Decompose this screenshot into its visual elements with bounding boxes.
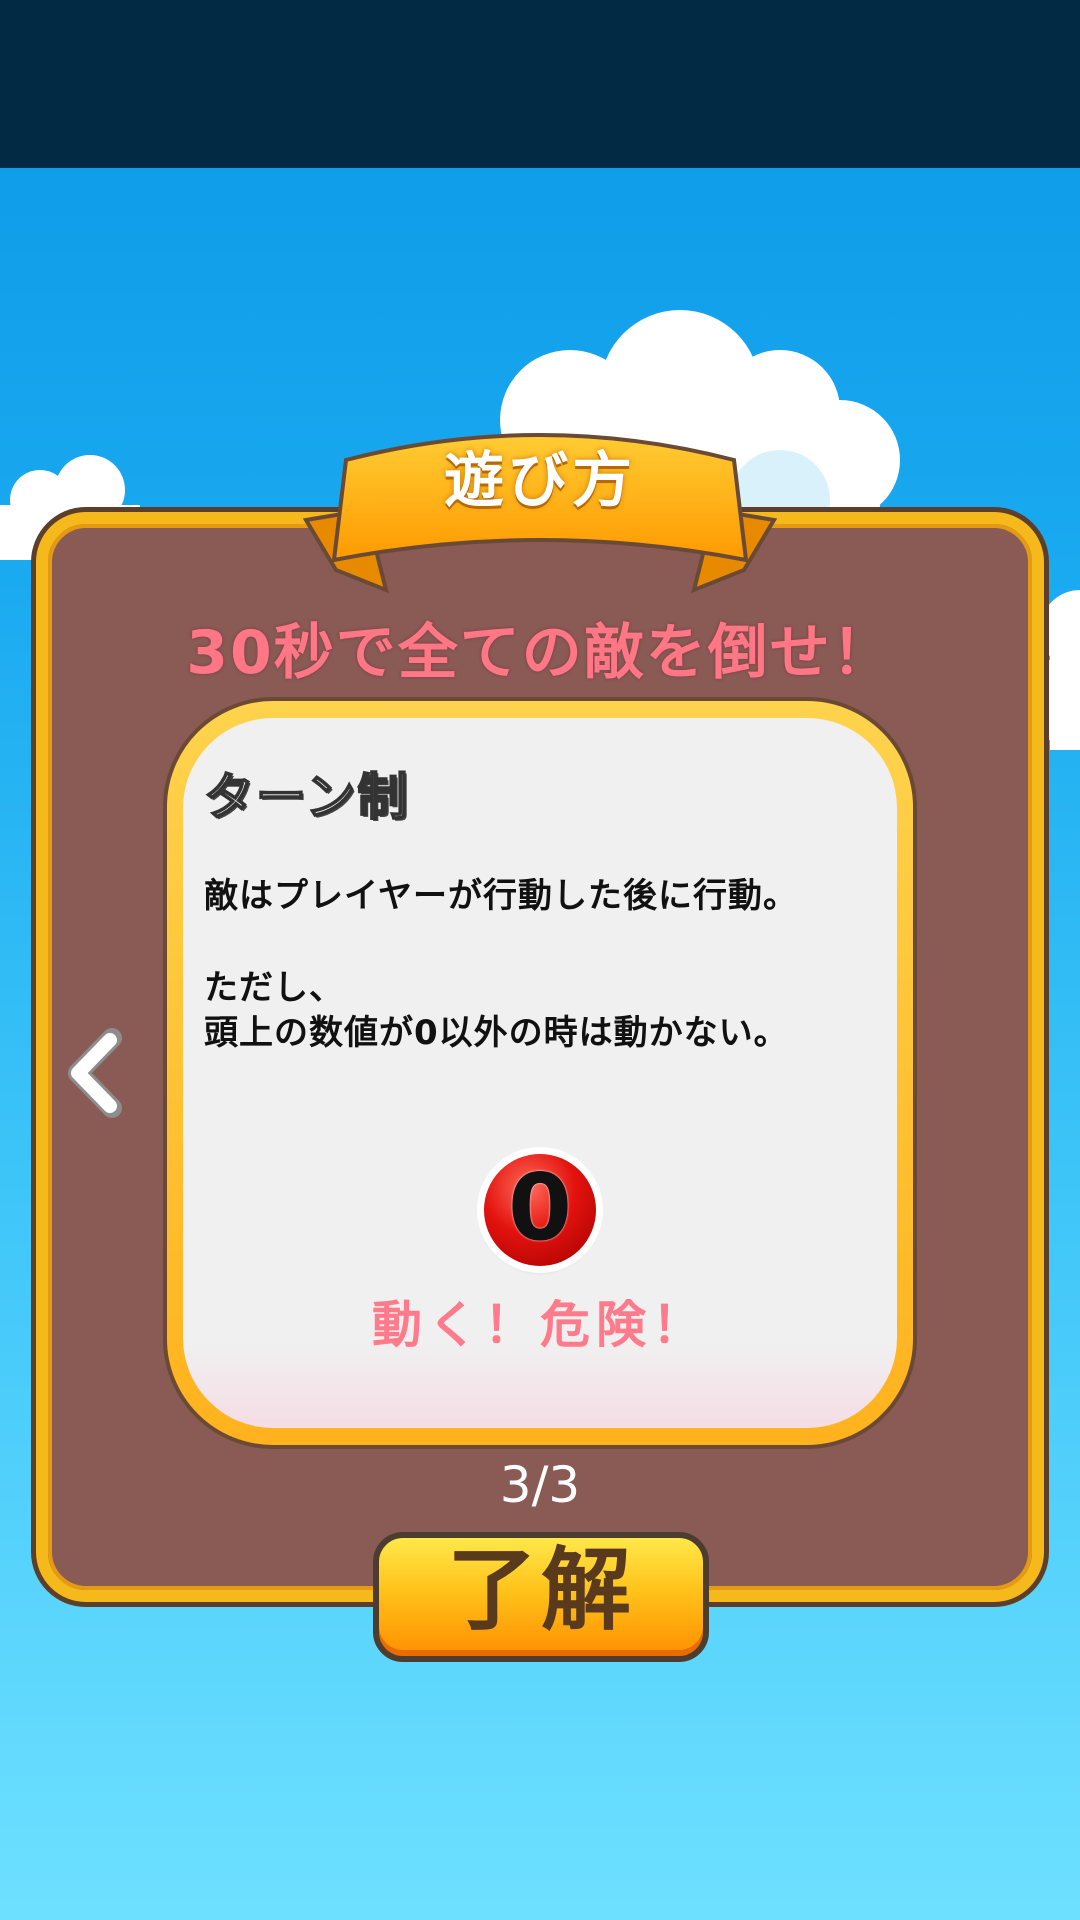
status-bar (0, 0, 1080, 168)
turn-counter-value: 0 (507, 1154, 572, 1261)
card-text-line-2: ただし、 (204, 968, 344, 1008)
ok-button[interactable]: 了解 (373, 1532, 709, 1662)
chevron-left-icon[interactable] (60, 1028, 130, 1118)
page-indicator: 3/3 (499, 1456, 581, 1514)
dialog-title: 遊び方 (444, 446, 636, 516)
card-text-line-3: 頭上の数値が0以外の時は動かない。 (204, 1013, 789, 1053)
danger-caption: 動く！危険！ (372, 1296, 708, 1354)
objective-headline: 30秒で全ての敵を倒せ！ (186, 618, 894, 688)
card-title: ターン制 (203, 767, 410, 827)
card-text-line-1: 敵はプレイヤーが行動した後に行動。 (204, 876, 798, 916)
game-screen: 遊び方 30秒で全ての敵を倒せ！ ターン制 敵はプレイヤーが行動した後に行動。 … (0, 0, 1080, 1920)
